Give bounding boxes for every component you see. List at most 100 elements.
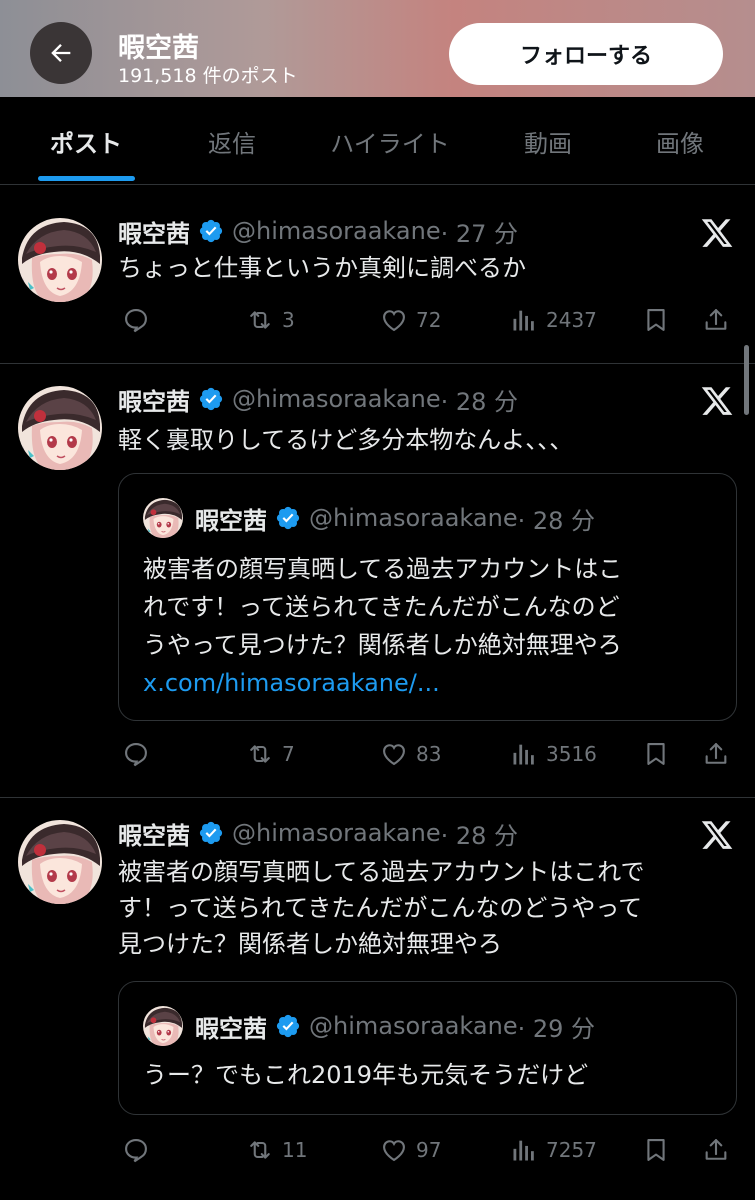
post-time: · 28 分 [517, 506, 596, 535]
share-icon [702, 740, 730, 768]
repost-count: 3 [282, 308, 295, 332]
avatar [143, 498, 183, 538]
active-tab-indicator [38, 176, 135, 181]
post-actions: 7 83 3516 [118, 734, 738, 774]
repost-button[interactable]: 11 [246, 1130, 307, 1170]
like-count: 83 [416, 742, 442, 766]
post-header: 暇空茜 @himasoraakane · 28 分 [118, 816, 518, 850]
quoted-post-text: うー？でもこれ2019年も元気そうだけど [143, 1061, 589, 1089]
views-icon [510, 306, 538, 334]
text-line: 見つけた？関係者しか絶対無理やろ [118, 930, 502, 958]
bookmark-icon [642, 740, 670, 768]
bookmark-button[interactable] [642, 1130, 670, 1170]
author-name[interactable]: 暇空茜 [118, 816, 190, 851]
repost-button[interactable]: 3 [246, 300, 295, 340]
text-line: 被害者の顔写真晒してる過去アカウントはこ [143, 555, 623, 583]
reply-button[interactable] [122, 734, 150, 774]
author-name[interactable]: 暇空茜 [118, 382, 190, 417]
verified-badge-icon [198, 218, 224, 244]
author-handle: @himasoraakane [309, 504, 518, 532]
post-text: 被害者の顔写真晒してる過去アカウントはこれで す！って送られてきたんだがこんなの… [118, 854, 728, 962]
avatar[interactable] [18, 218, 102, 302]
avatar[interactable] [18, 820, 102, 904]
views-icon [510, 1136, 538, 1164]
bookmark-button[interactable] [642, 734, 670, 774]
quoted-post-text: 被害者の顔写真晒してる過去アカウントはこ れです！って送られてきたんだがこんなの… [143, 550, 718, 702]
repost-count: 7 [282, 742, 295, 766]
verified-badge-icon [198, 386, 224, 412]
verified-badge-icon [198, 820, 224, 846]
like-button[interactable]: 72 [380, 300, 441, 340]
like-count: 72 [416, 308, 442, 332]
like-button[interactable]: 83 [380, 734, 441, 774]
reply-icon [122, 1136, 150, 1164]
share-button[interactable] [702, 734, 730, 774]
post-actions: 3 72 2437 [118, 300, 738, 340]
view-count: 3516 [546, 742, 597, 766]
author-name[interactable]: 暇空茜 [118, 214, 190, 249]
text-line: す！って送られてきたんだがこんなのどうやって [118, 894, 643, 922]
post-header: 暇空茜 @himasoraakane · 28 分 [118, 382, 518, 416]
author-name: 暇空茜 [195, 1014, 267, 1043]
views-icon [510, 740, 538, 768]
tab-replies[interactable]: 返信 [172, 97, 292, 185]
x-logo-icon [700, 384, 734, 418]
profile-tabs: ポスト 返信 ハイライト 動画 画像 [0, 97, 755, 185]
like-count: 97 [416, 1138, 442, 1162]
profile-name: 暇空茜 [118, 33, 199, 64]
repost-icon [246, 740, 274, 768]
post-time[interactable]: · 28 分 [441, 382, 518, 417]
avatar[interactable] [18, 386, 102, 470]
post-divider [0, 363, 755, 364]
author-handle[interactable]: @himasoraakane [232, 385, 441, 413]
tab-videos[interactable]: 動画 [488, 97, 608, 185]
follow-button[interactable]: フォローする [449, 23, 723, 85]
author-handle[interactable]: @himasoraakane [232, 819, 441, 847]
x-logo-icon [700, 818, 734, 852]
quoted-post-header: 暇空茜 @himasoraakane · 29 分 [195, 1008, 595, 1044]
share-button[interactable] [702, 1130, 730, 1170]
bookmark-icon [642, 306, 670, 334]
post-text: 軽く裏取りしてるけど多分本物なんよ、、、 [118, 426, 574, 454]
tab-highlights[interactable]: ハイライト [310, 97, 470, 185]
reply-button[interactable] [122, 1130, 150, 1170]
view-count: 2437 [546, 308, 597, 332]
repost-button[interactable]: 7 [246, 734, 295, 774]
quoted-post-header: 暇空茜 @himasoraakane · 28 分 [195, 500, 595, 536]
post-count: 191,518 件のポスト [118, 65, 298, 87]
arrow-left-icon [51, 44, 71, 62]
text-line: 被害者の顔写真晒してる過去アカウントはこれで [118, 858, 645, 886]
x-logo-icon [700, 216, 734, 250]
post-header: 暇空茜 @himasoraakane · 27 分 [118, 214, 518, 248]
views-button[interactable]: 3516 [510, 734, 597, 774]
back-button[interactable] [30, 22, 92, 84]
bookmark-button[interactable] [642, 300, 670, 340]
post-time[interactable]: · 27 分 [441, 214, 518, 249]
author-handle[interactable]: @himasoraakane [232, 217, 441, 245]
verified-badge-icon [275, 1013, 301, 1039]
share-button[interactable] [702, 300, 730, 340]
heart-icon [380, 306, 408, 334]
tab-images[interactable]: 画像 [620, 97, 740, 185]
reply-icon [122, 306, 150, 334]
views-button[interactable]: 2437 [510, 300, 597, 340]
quoted-post[interactable]: 暇空茜 @himasoraakane · 28 分 被害者の顔写真晒してる過去ア… [118, 473, 737, 721]
bookmark-icon [642, 1136, 670, 1164]
quoted-post[interactable]: 暇空茜 @himasoraakane · 29 分 うー？でもこれ2019年も元… [118, 981, 737, 1115]
like-button[interactable]: 97 [380, 1130, 441, 1170]
views-button[interactable]: 7257 [510, 1130, 597, 1170]
repost-icon [246, 306, 274, 334]
post-text: ちょっと仕事というか真剣に調べるか [118, 254, 526, 282]
repost-count: 11 [282, 1138, 308, 1162]
profile-header: 暇空茜 191,518 件のポスト フォローする [0, 0, 755, 97]
author-name: 暇空茜 [195, 506, 267, 535]
post-time[interactable]: · 28 分 [441, 816, 518, 851]
scrollbar[interactable] [744, 345, 749, 415]
author-handle: @himasoraakane [309, 1012, 518, 1040]
heart-icon [380, 1136, 408, 1164]
tab-posts[interactable]: ポスト [20, 97, 152, 185]
view-count: 7257 [546, 1138, 597, 1162]
quoted-link[interactable]: x.com/himasoraakane/... [143, 664, 718, 702]
reply-button[interactable] [122, 300, 150, 340]
post-time: · 29 分 [517, 1014, 596, 1043]
